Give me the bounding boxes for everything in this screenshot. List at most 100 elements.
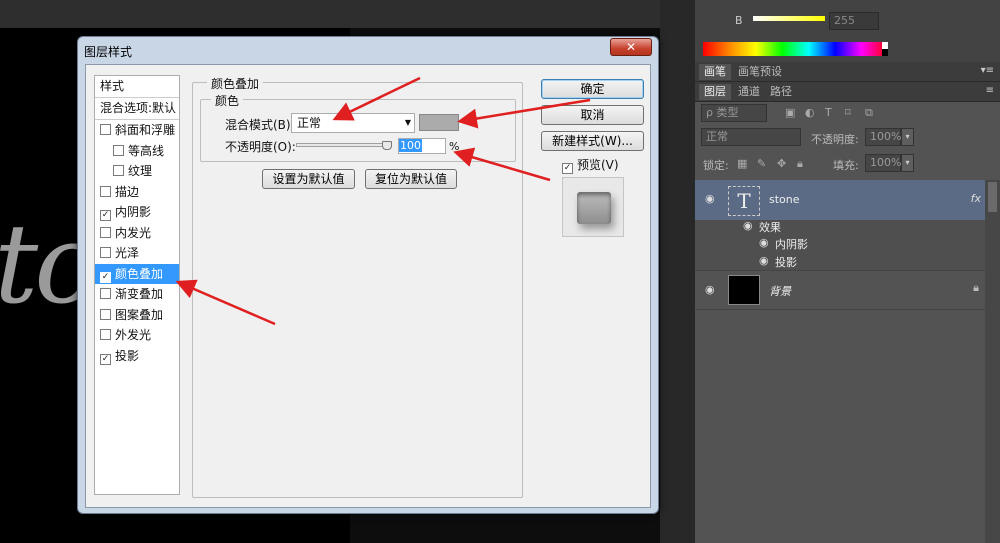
reset-default-button[interactable]: 复位为默认值 [365,169,457,189]
filter-pixel-icon[interactable]: ▣ [785,106,795,119]
style-item[interactable]: 等高线 [95,141,179,162]
inner-shadow-eye-icon[interactable]: ◉ [759,236,769,249]
layer-name[interactable]: stone [769,193,800,206]
layer-row-stone[interactable]: ◉ T stone fx [695,180,985,220]
filter-shape-icon[interactable]: ⌑ [845,106,851,119]
blend-mode-combo[interactable]: 正常 ▼ [291,113,415,133]
checkbox-checked-icon[interactable]: ✓ [100,210,111,221]
color-channel-label: B [735,14,743,27]
canvas-top-strip [0,0,660,28]
filter-type-icon[interactable]: T [825,106,832,119]
panel-menu-icon[interactable]: ▾≡ [981,65,994,76]
opacity-input[interactable]: 100% [865,128,901,146]
style-item[interactable]: ✓ 内阴影 [95,202,179,223]
style-item[interactable]: 纹理 [95,161,179,182]
style-item-label: 纹理 [128,164,153,178]
checkbox-checked-icon[interactable]: ✓ [100,353,111,365]
fx-icon[interactable]: fx [971,192,981,205]
style-item[interactable]: 光泽 [95,243,179,264]
tab-layers[interactable]: 图层 [699,84,731,100]
effect-inner-shadow[interactable]: 内阴影 [775,236,808,252]
ok-button[interactable]: 确定 [541,79,644,99]
checkbox-icon[interactable] [100,226,111,238]
checkbox-icon[interactable] [100,288,111,299]
brush-tabs: 画笔 画笔预设 ▾≡ [695,62,1000,82]
filter-smart-icon[interactable]: ⧉ [865,106,873,120]
layers-scrollbar-thumb[interactable] [988,182,997,212]
overlay-color-swatch[interactable] [419,114,459,131]
opacity-input[interactable]: 100 [398,138,446,154]
checkbox-icon[interactable] [100,124,111,135]
preview-swatch [577,192,611,224]
close-button[interactable]: ✕ [610,38,652,56]
tab-channels[interactable]: 通道 [733,84,765,100]
filter-adjust-icon[interactable]: ◐ [805,106,815,119]
layer-effects-group: ◉ 效果 ◉ 内阴影 ◉ 投影 [695,219,985,270]
tab-brush-presets[interactable]: 画笔预设 [733,64,787,80]
style-item[interactable]: 内发光 [95,223,179,244]
checkbox-icon[interactable] [100,185,111,197]
style-item[interactable]: 外发光 [95,325,179,346]
visibility-eye-icon[interactable]: ◉ [705,192,715,205]
tab-brush[interactable]: 画笔 [699,64,731,80]
checkbox-icon[interactable] [113,144,124,156]
checkbox-checked-icon[interactable]: ✓ [100,271,111,283]
blend-mode-label: 混合模式(B): [225,118,295,132]
make-default-button[interactable]: 设置为默认值 [262,169,355,189]
opacity-slider-thumb[interactable] [382,141,392,150]
fill-input[interactable]: 100% [865,154,901,172]
opacity-slider[interactable] [296,143,392,147]
layer-filter-row: ρ 类型 ▣ ◐ T ⌑ ⧉ [695,102,1000,124]
checkbox-icon[interactable] [113,165,124,176]
layer-name[interactable]: 背景 [769,283,791,299]
blend-mode-select[interactable]: 正常 [701,128,801,146]
checkbox-icon[interactable] [100,308,111,320]
style-item-label: 描边 [115,184,140,199]
style-item-label: 光泽 [115,246,140,260]
new-style-button[interactable]: 新建样式(W)... [541,131,644,151]
style-item[interactable]: ✓ 颜色叠加 [95,263,179,284]
visibility-eye-icon[interactable]: ◉ [705,283,715,296]
blend-mode-value: 正常 [297,116,322,130]
lock-position-icon[interactable]: ✥ [777,157,786,170]
tab-paths[interactable]: 路径 [765,84,797,100]
style-item[interactable]: 渐变叠加 [95,284,179,305]
opacity-label: 不透明度(O): [225,140,296,154]
color-spectrum[interactable] [703,42,888,56]
blend-options-item[interactable]: 混合选项:默认 [95,98,179,120]
lock-label: 锁定: [703,159,729,172]
dialog-client: 样式 混合选项:默认 斜面和浮雕等高线纹理描边 ✓ 内阴影 内发光光泽 ✓ 颜色叠加渐变叠… [85,64,651,508]
color-panel: B 255 [695,0,1000,62]
style-item[interactable]: 描边 [95,182,179,203]
color-channel-slider[interactable] [753,16,825,21]
lock-pixels-icon[interactable]: ✎ [757,157,766,170]
layers-scrollbar[interactable] [985,180,1000,543]
effect-drop-shadow[interactable]: 投影 [775,254,797,270]
checkbox-icon[interactable] [100,329,111,340]
filter-kind-select[interactable]: ρ 类型 [701,104,767,122]
styles-header[interactable]: 样式 [95,76,179,98]
effects-label: 效果 [759,221,781,234]
opacity-dropdown[interactable]: ▾ [901,128,914,146]
style-item-label: 等高线 [128,143,165,158]
preview-label: 预览(V) [577,158,619,172]
color-channel-value[interactable]: 255 [829,12,879,30]
layer-style-dialog: 图层样式 ✕ 样式 混合选项:默认 斜面和浮雕等高线纹理描边 ✓ 内阴影 内发光光泽 ✓… [77,36,659,514]
style-item[interactable]: 图案叠加 [95,305,179,326]
layer-row-background[interactable]: ◉ 背景 🔒︎ [695,270,985,310]
preview-checkbox[interactable]: ✓ 预览(V) [562,156,619,174]
fill-dropdown[interactable]: ▾ [901,154,914,172]
style-preview [562,177,624,237]
effects-eye-icon[interactable]: ◉ [743,219,753,232]
color-black-white[interactable] [882,42,888,56]
lock-transparent-icon[interactable]: ▦ [737,157,747,170]
checkbox-icon[interactable] [100,247,111,258]
style-item[interactable]: 斜面和浮雕 [95,120,179,141]
layers-menu-icon[interactable]: ≡ [986,85,994,96]
style-item-label: 颜色叠加 [115,266,164,281]
drop-shadow-eye-icon[interactable]: ◉ [759,254,769,267]
style-item[interactable]: ✓ 投影 [95,346,179,367]
dialog-title: 图层样式 [84,45,133,59]
cancel-button[interactable]: 取消 [541,105,644,125]
lock-all-icon[interactable]: 🔒︎ [797,157,803,171]
